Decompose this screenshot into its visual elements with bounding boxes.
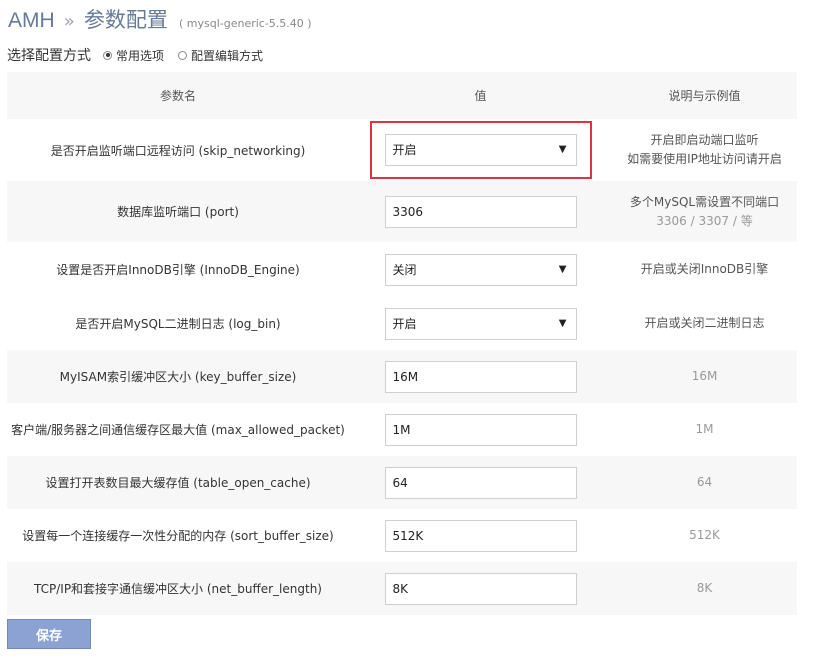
radio-common-options-label[interactable]: 常用选项 bbox=[116, 47, 164, 64]
param-name: MyISAM索引缓冲区大小 (key_buffer_size) bbox=[7, 350, 349, 403]
param-name: 是否开启MySQL二进制日志 (log_bin) bbox=[7, 297, 349, 350]
highlight-box: 开启 ▼ bbox=[369, 121, 592, 179]
table-row: 设置是否开启InnoDB引擎 (InnoDB_Engine) 关闭 ▼ 开启或关… bbox=[7, 242, 797, 297]
chevron-down-icon: ▼ bbox=[558, 144, 567, 155]
table-row: 设置打开表数目最大缓存值 (table_open_cache) 64 64 bbox=[7, 456, 797, 509]
param-value-cell: 512K bbox=[349, 509, 612, 562]
radio-edit-mode-label[interactable]: 配置编辑方式 bbox=[191, 47, 263, 64]
column-header-name: 参数名 bbox=[7, 72, 349, 119]
select-value: 开启 bbox=[392, 316, 417, 331]
innodb-engine-select[interactable]: 关闭 ▼ bbox=[384, 253, 577, 286]
max-allowed-packet-input[interactable]: 1M bbox=[384, 413, 577, 446]
table-row: 数据库监听端口 (port) 3306 多个MySQL需设置不同端口 3306 … bbox=[7, 181, 797, 242]
port-input[interactable]: 3306 bbox=[384, 195, 577, 228]
chevron-down-icon: ▼ bbox=[558, 263, 567, 275]
config-mode-label: 选择配置方式 bbox=[7, 48, 91, 64]
param-name: 设置是否开启InnoDB引擎 (InnoDB_Engine) bbox=[7, 242, 349, 297]
param-name: 客户端/服务器之间通信缓存区最大值 (max_allowed_packet) bbox=[7, 403, 349, 456]
column-header-description: 说明与示例值 bbox=[612, 72, 797, 119]
param-name: 设置每一个连接缓存一次性分配的内存 (sort_buffer_size) bbox=[7, 509, 349, 562]
param-description: 开启即启动端口监听 如需要使用IP地址访问请开启 bbox=[612, 119, 797, 181]
param-description: 多个MySQL需设置不同端口 3306 / 3307 / 等 bbox=[612, 181, 797, 242]
brand-logo[interactable]: AMH bbox=[8, 9, 55, 32]
param-value-cell: 64 bbox=[349, 456, 612, 509]
table-row: MyISAM索引缓冲区大小 (key_buffer_size) 16M 16M bbox=[7, 350, 797, 403]
param-name: 设置打开表数目最大缓存值 (table_open_cache) bbox=[7, 456, 349, 509]
column-header-value: 值 bbox=[349, 72, 612, 119]
description-line: 3306 / 3307 / 等 bbox=[656, 213, 753, 228]
chevron-down-icon: ▼ bbox=[558, 317, 567, 329]
radio-common-options[interactable] bbox=[103, 50, 112, 60]
param-description: 512K bbox=[612, 509, 797, 562]
param-value-cell: 开启 ▼ bbox=[349, 297, 612, 350]
param-description: 16M bbox=[612, 350, 797, 403]
param-description: 8K bbox=[612, 562, 797, 615]
table-row: 是否开启监听端口远程访问 (skip_networking) 开启 ▼ 开启即启… bbox=[7, 119, 797, 181]
radio-edit-mode[interactable] bbox=[178, 50, 188, 60]
param-name: TCP/IP和套接字通信缓冲区大小 (net_buffer_length) bbox=[7, 562, 349, 615]
save-button[interactable]: 保存 bbox=[7, 619, 91, 649]
select-value: 关闭 bbox=[392, 262, 417, 277]
select-value: 开启 bbox=[392, 143, 417, 157]
param-value-cell: 8K bbox=[349, 562, 612, 615]
config-mode-selector: 选择配置方式 常用选项 配置编辑方式 bbox=[7, 44, 275, 66]
param-description: 开启或关闭二进制日志 bbox=[612, 297, 797, 350]
table-row: 设置每一个连接缓存一次性分配的内存 (sort_buffer_size) 512… bbox=[7, 509, 797, 562]
net-buffer-length-input[interactable]: 8K bbox=[384, 572, 577, 605]
table-row: 是否开启MySQL二进制日志 (log_bin) 开启 ▼ 开启或关闭二进制日志 bbox=[7, 297, 797, 350]
param-name: 是否开启监听端口远程访问 (skip_networking) bbox=[7, 119, 349, 181]
table-row: 客户端/服务器之间通信缓存区最大值 (max_allowed_packet) 1… bbox=[7, 403, 797, 456]
param-value-cell: 开启 ▼ bbox=[349, 119, 612, 181]
table-open-cache-input[interactable]: 64 bbox=[384, 466, 577, 499]
param-value-cell: 3306 bbox=[349, 181, 612, 242]
page-header: AMH » 参数配置 ( mysql-generic-5.5.40 ) bbox=[8, 4, 312, 36]
param-value-cell: 1M bbox=[349, 403, 612, 456]
description-line: 多个MySQL需设置不同端口 bbox=[629, 194, 780, 209]
page-subtitle: ( mysql-generic-5.5.40 ) bbox=[178, 17, 312, 30]
key-buffer-size-input[interactable]: 16M bbox=[384, 360, 577, 393]
config-table: 参数名 值 说明与示例值 是否开启监听端口远程访问 (skip_networki… bbox=[7, 72, 797, 615]
param-name: 数据库监听端口 (port) bbox=[7, 181, 349, 242]
param-description: 开启或关闭InnoDB引擎 bbox=[612, 242, 797, 297]
skip-networking-select[interactable]: 开启 ▼ bbox=[384, 134, 577, 166]
description-line: 如需要使用IP地址访问请开启 bbox=[627, 152, 782, 166]
description-line: 开启即启动端口监听 bbox=[650, 133, 759, 147]
param-description: 1M bbox=[612, 403, 797, 456]
table-row: TCP/IP和套接字通信缓冲区大小 (net_buffer_length) 8K… bbox=[7, 562, 797, 615]
page-title: 参数配置 bbox=[83, 8, 168, 32]
param-description: 64 bbox=[612, 456, 797, 509]
param-value-cell: 16M bbox=[349, 350, 612, 403]
table-header-row: 参数名 值 说明与示例值 bbox=[7, 72, 797, 119]
sort-buffer-size-input[interactable]: 512K bbox=[384, 519, 577, 552]
breadcrumb-separator: » bbox=[63, 11, 75, 32]
param-value-cell: 关闭 ▼ bbox=[349, 242, 612, 297]
log-bin-select[interactable]: 开启 ▼ bbox=[384, 307, 577, 340]
